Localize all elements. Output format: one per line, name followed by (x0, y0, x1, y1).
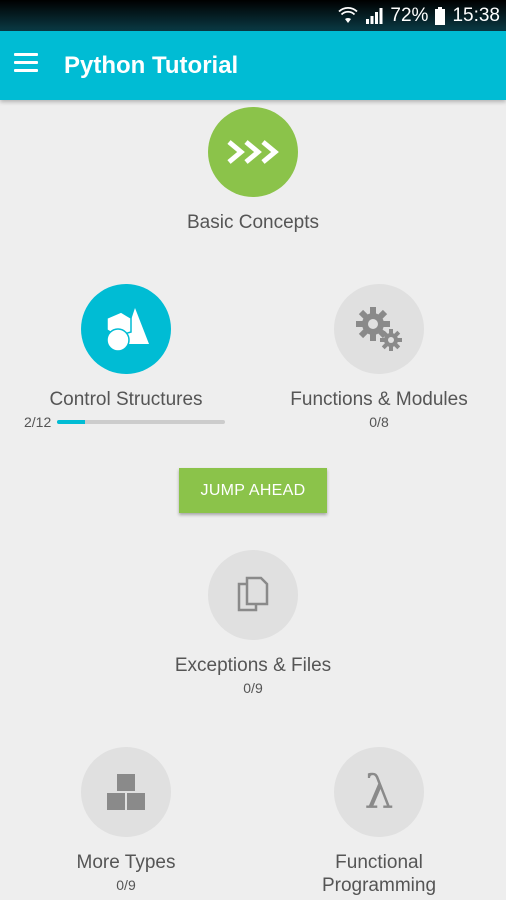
menu-button[interactable] (14, 53, 44, 77)
functions-modules-button[interactable] (334, 284, 424, 374)
files-icon (237, 576, 269, 612)
page-title: Python Tutorial (64, 52, 239, 79)
lambda-icon: λ (364, 765, 394, 819)
lesson-label: More Types (76, 852, 176, 873)
gears-icon (356, 307, 402, 351)
control-structures-button[interactable] (81, 284, 171, 374)
lesson-functional-programming[interactable]: λ Functional Programming (264, 747, 494, 897)
lesson-control-structures[interactable]: Control Structures (11, 284, 241, 411)
wifi-icon (338, 6, 359, 23)
lesson-label: Functional Programming (321, 852, 437, 896)
lesson-functions-modules[interactable]: Functions & Modules 0/8 (264, 284, 494, 430)
lesson-exceptions-files[interactable]: Exceptions & Files 0/9 (138, 550, 368, 696)
shapes-icon (106, 308, 149, 352)
exceptions-files-button[interactable] (208, 550, 298, 640)
more-types-button[interactable] (81, 747, 171, 837)
lesson-basic-concepts[interactable]: Basic Concepts (138, 107, 368, 234)
lesson-count: 0/9 (243, 680, 263, 696)
battery-percent: 72% (390, 4, 429, 26)
jump-ahead-button[interactable]: JUMP AHEAD (179, 468, 327, 513)
lesson-more-types[interactable]: More Types 0/9 (11, 747, 241, 893)
lesson-label: Control Structures (49, 389, 203, 410)
lesson-count: 0/8 (369, 414, 389, 430)
lesson-label: Exceptions & Files (174, 655, 332, 676)
battery-icon (435, 6, 446, 25)
control-structures-progress: 2/12 (24, 414, 226, 430)
functional-programming-button[interactable]: λ (334, 747, 424, 837)
status-bar: 72% 15:38 (0, 0, 506, 31)
prompt-icon (227, 140, 279, 164)
lesson-count: 0/9 (116, 877, 136, 893)
progress-bar (57, 420, 226, 424)
app-bar: Python Tutorial (0, 31, 506, 100)
progress-text: 2/12 (24, 414, 52, 430)
blocks-icon (107, 774, 145, 810)
lesson-label: Functions & Modules (290, 389, 468, 410)
basic-concepts-button[interactable] (208, 107, 298, 197)
clock: 15:38 (452, 4, 500, 26)
progress-fill (57, 420, 86, 424)
signal-icon (366, 7, 383, 24)
lesson-label: Basic Concepts (186, 212, 319, 233)
status-bar-right: 72% 15:38 (338, 0, 500, 31)
hamburger-icon (14, 53, 38, 56)
